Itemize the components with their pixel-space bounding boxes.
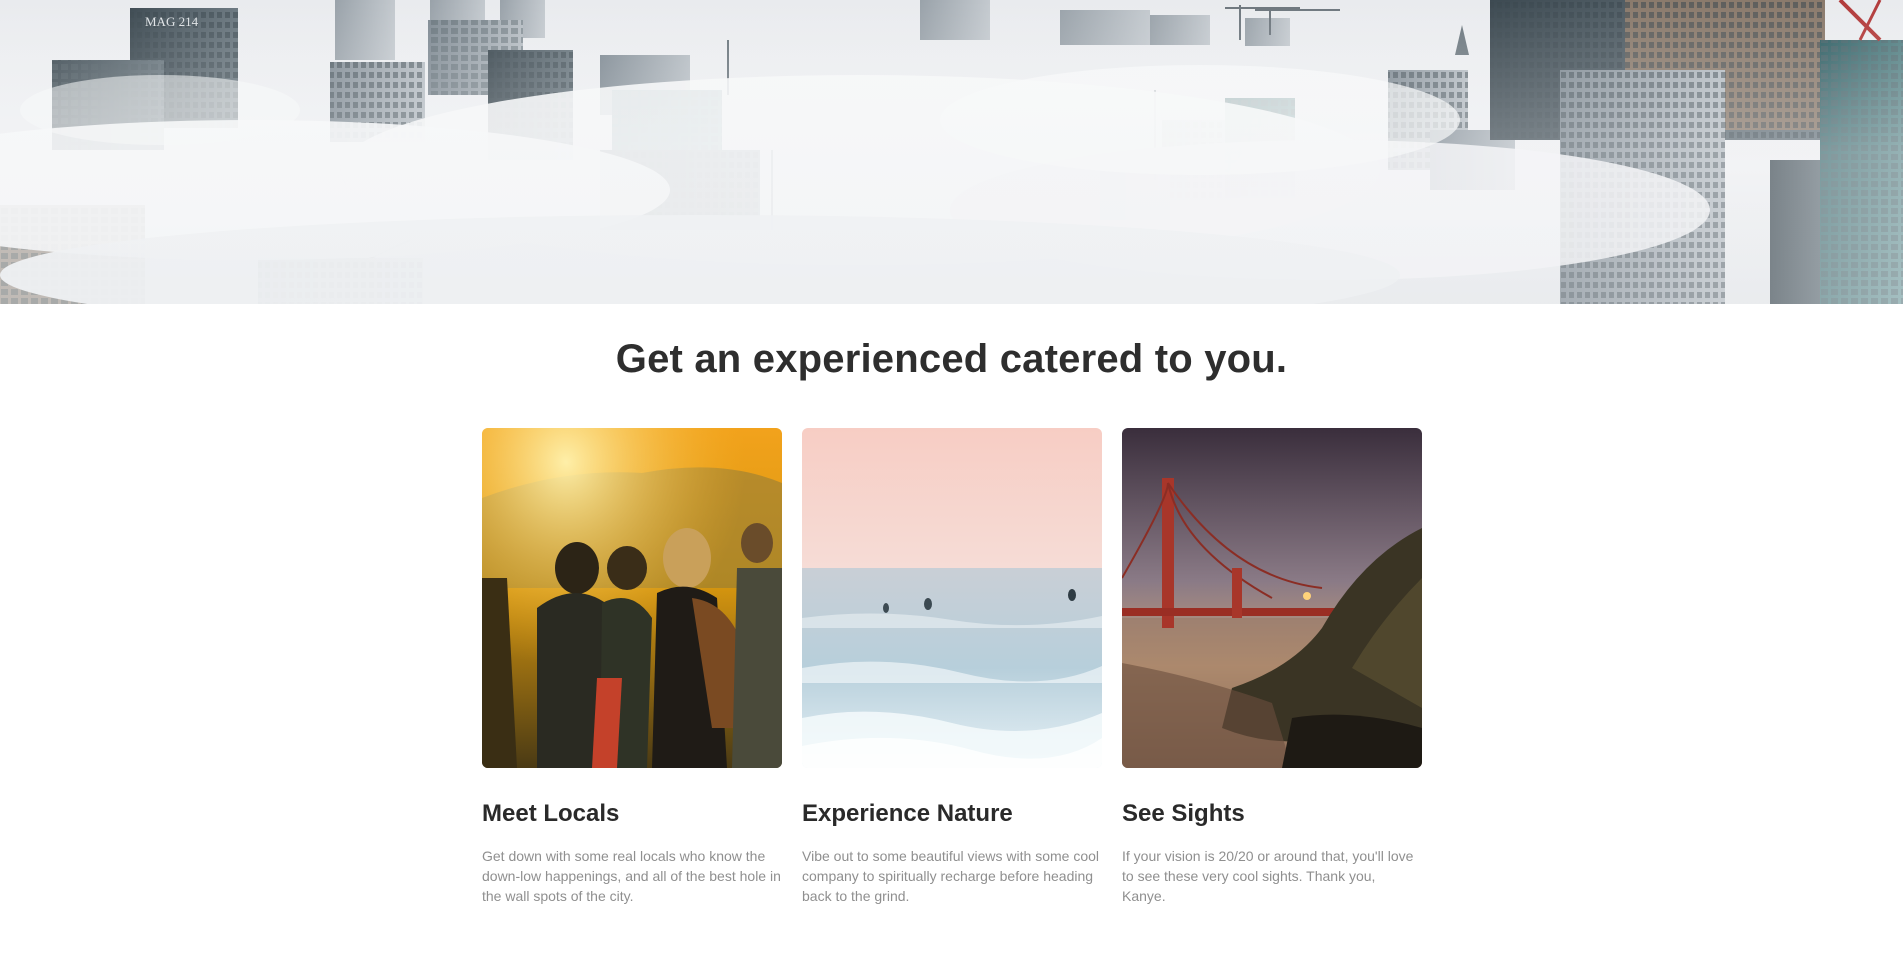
meet-locals-photo	[482, 428, 782, 768]
card-title: Meet Locals	[482, 800, 620, 827]
card-title: See Sights	[1122, 800, 1245, 827]
card-title: Experience Nature	[802, 800, 1013, 827]
feature-cards: Meet Locals Get down with some real loca…	[482, 428, 1422, 906]
see-sights-photo	[1122, 428, 1422, 768]
card-experience-nature[interactable]: Experience Nature Vibe out to some beaut…	[802, 428, 1102, 906]
card-description: If your vision is 20/20 or around that, …	[1122, 848, 1414, 904]
experience-nature-photo	[802, 428, 1102, 768]
hero-banner-image: MAG 214	[0, 0, 1903, 304]
card-see-sights[interactable]: See Sights If your vision is 20/20 or ar…	[1122, 428, 1422, 906]
section-title: Get an experienced catered to you.	[615, 337, 1288, 381]
card-description: Vibe out to some beautiful views with so…	[802, 848, 1100, 904]
card-meet-locals[interactable]: Meet Locals Get down with some real loca…	[482, 428, 782, 906]
foggy-skyline-illustration: MAG 214	[0, 0, 1903, 304]
card-description: Get down with some real locals who know …	[482, 848, 781, 904]
